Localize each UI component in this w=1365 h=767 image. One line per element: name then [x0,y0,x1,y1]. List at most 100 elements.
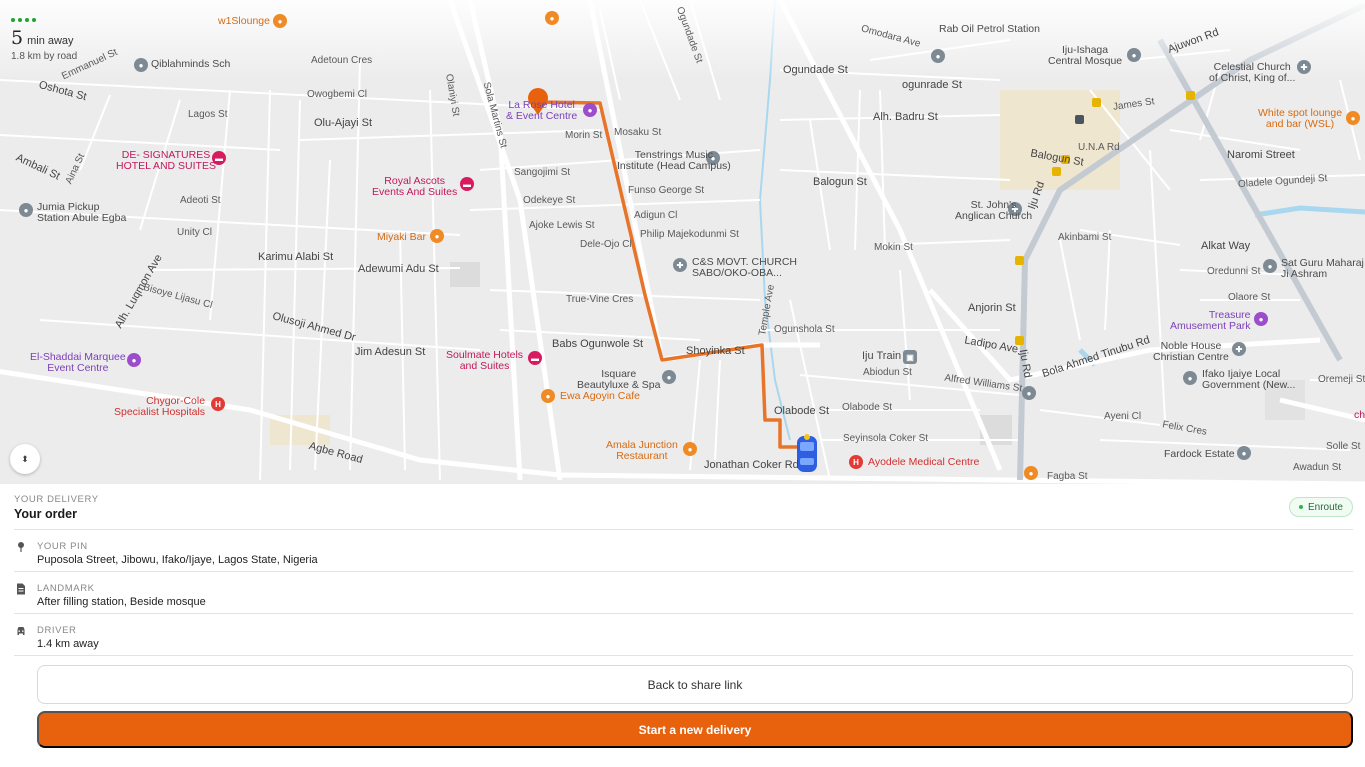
delivery-header: YOUR DELIVERY Your order Enroute [14,484,1353,530]
map-label: Odekeye St [523,195,576,206]
map-label: White spot lounge and bar (WSL) [1258,107,1343,131]
map-label: Noble House Christian Centre [1153,340,1229,364]
map-label: Ogunshola St [774,324,835,335]
map-label: Jonathan Coker Rd [704,459,799,471]
pin-row: YOUR PIN Puposola Street, Jibowu, Ifako/… [14,530,1353,572]
mosque-pin-icon: ● [1022,386,1036,400]
start-new-delivery-button[interactable]: Start a new delivery [37,711,1353,748]
map-label: Amala Junction Restaurant [606,439,678,463]
transit-icon [1075,115,1084,124]
map-label: Ayodele Medical Centre [868,456,980,468]
map-label: Rab Oil Petrol Station [939,23,1040,35]
map-label: Ayeni Cl [1104,411,1142,422]
map-label: Mosaku St [614,127,662,138]
church-pin-icon: ✚ [673,258,687,272]
map-label: Ajoke Lewis St [529,220,595,231]
map-label: Oremeji St [1318,374,1365,385]
eta-minutes: 5 [11,27,24,49]
map-label: Unity Cl [177,227,213,238]
status-dot-icon [1298,505,1303,509]
map-label: Jim Adesun St [355,346,426,358]
landmark-label: LANDMARK [37,583,95,594]
park-pin-icon: ● [1254,312,1268,326]
pin-icon [18,542,24,552]
map-label: Tenstrings Music Institute (Head Campus) [617,149,731,173]
map-label: Solle St [1326,441,1361,452]
map-label: Mokin St [874,242,913,253]
map[interactable]: ● ● ● ▬ ● ▬ ● ● ● ✚ ▬ ● ● ● ● H H ▣ ● ● … [0,0,1365,484]
order-title: Your order [14,507,77,521]
map-label: St. John's Anglican Church [955,199,1033,223]
map-label: DE- SIGNATURES HOTEL AND SUITES [116,149,216,173]
map-label: Oredunni St [1207,266,1261,277]
map-label: Anjorin St [968,302,1016,314]
driver-label: DRIVER [37,625,77,636]
landmark-row: LANDMARK After filling station, Beside m… [14,572,1353,614]
bar-pin-icon: ● [1346,111,1360,125]
map-label: Naromi Street [1227,149,1295,161]
map-label: Iju-Ishaga Central Mosque [1048,44,1123,68]
map-label: Dele-Ojo Cl [580,239,632,250]
map-label: Balogun St [813,176,867,188]
map-label: El-Shaddai Marquee Event Centre [30,351,126,375]
map-label: Royal Ascots Events And Suites [372,175,458,199]
map-label: Olabode St [842,402,893,413]
restaurant-pin-icon: ● [683,442,697,456]
map-label: Akinbami St [1058,232,1112,243]
map-label: Olu-Ajayi St [314,117,373,129]
compass-icon: ⬍ [21,453,29,464]
map-label: U.N.A Rd [1078,142,1120,153]
event-pin-icon: ● [127,353,141,367]
pin-value: Puposola Street, Jibowu, Ifako/Ijaye, La… [37,554,318,566]
estate-pin-icon: ● [1237,446,1251,460]
church-pin-icon: ✚ [1232,342,1246,356]
map-label: Fagba St [1047,471,1088,482]
map-label: Chygor-Cole Specialist Hospitals [114,395,206,419]
eta-unit: min away [27,35,74,47]
map-label: True-Vine Cres [566,294,634,305]
map-label: Babs Ogunwole St [552,338,644,350]
map-label: Adigun Cl [634,210,678,221]
train-station-icon: ▣ [903,350,917,364]
status-badge: Enroute [1288,497,1353,517]
map-label: Owogbemi Cl [307,89,368,100]
status-text: Enroute [1307,501,1343,513]
restaurant-pin-icon: ● [1024,466,1038,480]
delivery-panel: YOUR DELIVERY Your order Enroute YOUR PI… [14,484,1353,656]
map-label: Isquare Beautyluxe & Spa [577,368,661,392]
bar-pin-icon: ● [430,229,444,243]
mosque-pin-icon: ● [1127,48,1141,62]
driver-value: 1.4 km away [37,638,99,650]
map-label: Ewa Agoyin Cafe [560,390,640,402]
map-label: Miyaki Bar [377,231,427,243]
section-label: YOUR DELIVERY [14,494,99,505]
map-label: Sangojimi St [514,167,571,178]
map-label: Philip Majekodunmi St [640,229,739,240]
recenter-button[interactable]: ⬍ [10,444,40,474]
eta-distance: 1.8 km by road [11,51,78,62]
map-label: Shoyinka St [686,345,745,357]
map-label: Alh. Badru St [873,111,938,123]
map-label: Olabode St [774,405,830,417]
map-label: Adewumi Adu St [358,263,439,275]
map-label: Awadun St [1293,462,1342,473]
fuel-station-pin-icon: ● [931,49,945,63]
bus-stop-icon [1015,256,1024,265]
event-pin-icon: ● [583,103,597,117]
eta-overlay: 5 min away 1.8 km by road [11,18,77,62]
map-label: Funso George St [628,185,705,196]
map-label: Abiodun St [863,367,912,378]
map-label: Jumia Pickup Station Abule Egba [37,201,127,225]
restaurant-pin-icon: ● [545,11,559,25]
map-label: w1Slounge [218,15,270,27]
driver-row: DRIVER 1.4 km away [14,614,1353,656]
landmark-value: After filling station, Beside mosque [37,596,206,608]
hotel-pin-icon: ▬ [528,351,542,365]
store-pin-icon: ● [19,203,33,217]
map-label: Celestial Church of Christ, King of... [1209,61,1296,85]
hospital-pin-icon: H [849,455,863,469]
back-to-share-link-button[interactable]: Back to share link [37,665,1353,704]
map-label: Soulmate Hotels and Suites [446,349,524,373]
map-label: ch [1354,409,1365,421]
hotel-pin-icon: ▬ [460,177,474,191]
